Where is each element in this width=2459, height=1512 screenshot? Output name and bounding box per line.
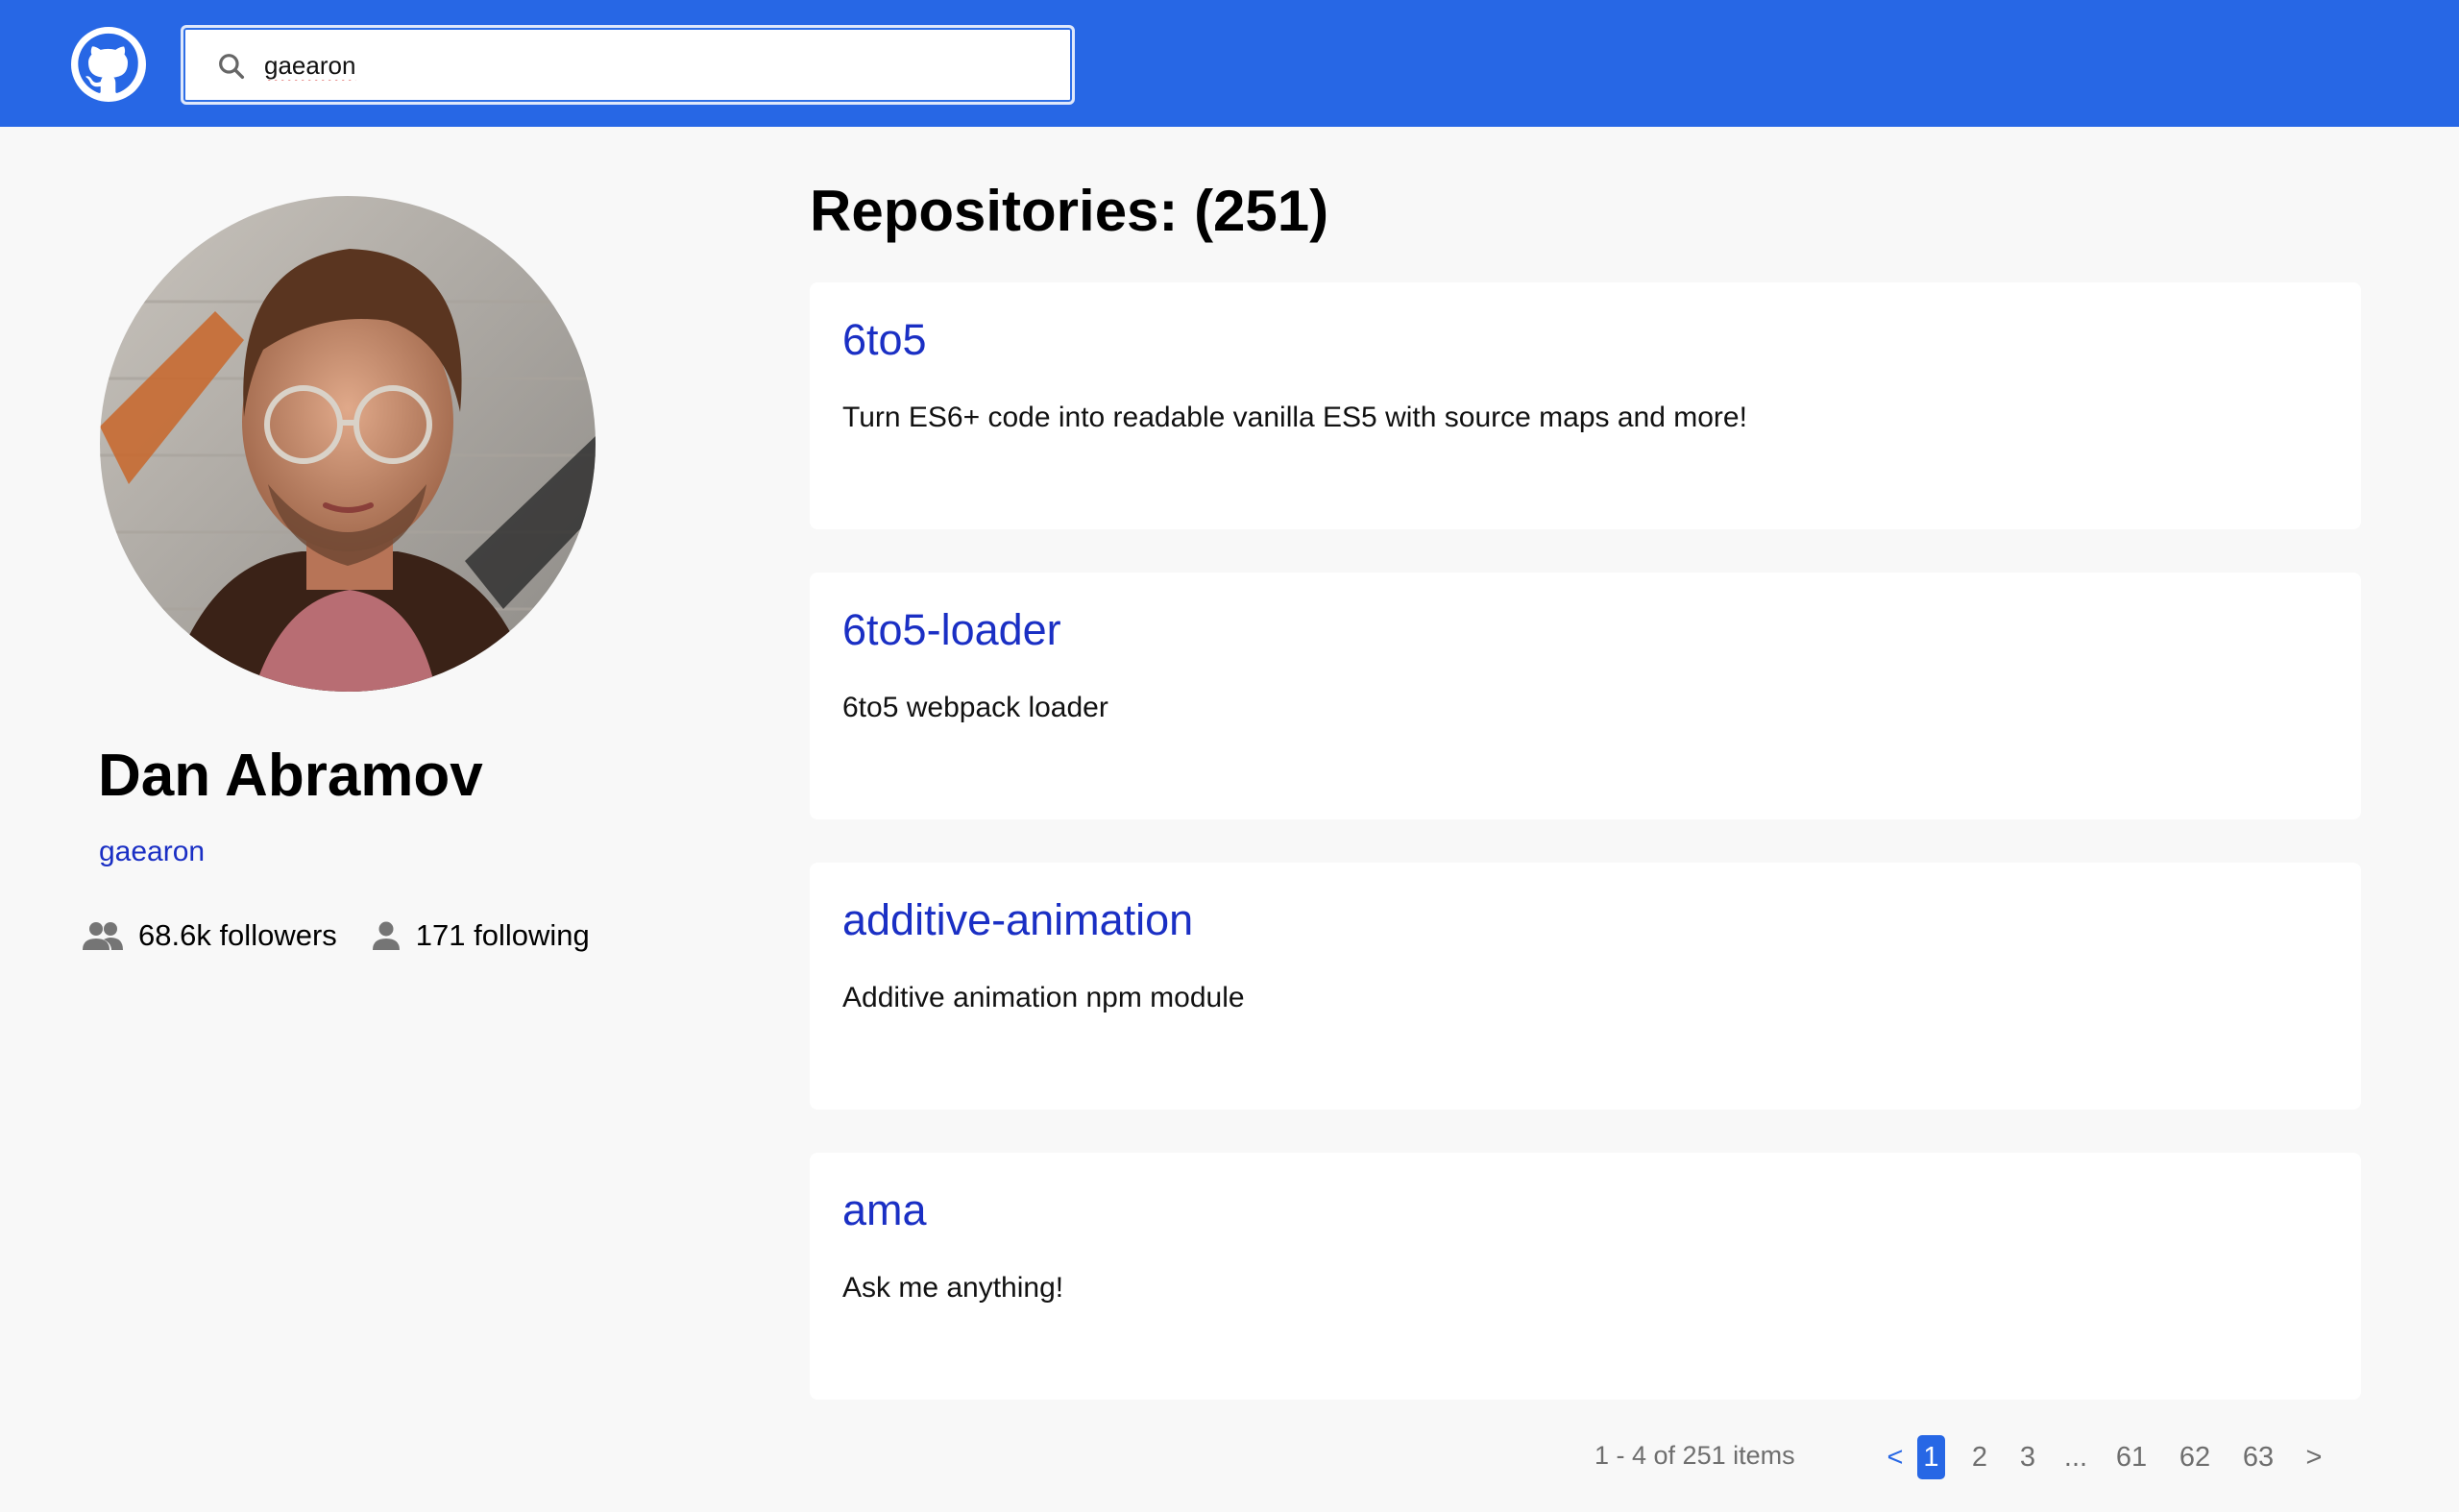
search-box[interactable]	[181, 25, 1075, 105]
pagination-next-button[interactable]: >	[2290, 1435, 2338, 1479]
repo-link[interactable]: 6to5	[842, 315, 927, 365]
pagination-page-current[interactable]: 1	[1917, 1435, 1945, 1479]
repo-card: 6to5-loader 6to5 webpack loader	[810, 573, 2361, 819]
pagination: < 1 2 3 ... 61 62 63 >	[1878, 1435, 2338, 1479]
following-stat: 171 following	[372, 918, 590, 953]
top-navigation-bar	[0, 0, 2459, 127]
search-input[interactable]	[262, 43, 1050, 87]
pagination-prev-button[interactable]: <	[1878, 1435, 1912, 1479]
repo-link[interactable]: 6to5-loader	[842, 605, 1061, 655]
repo-description: Additive animation npm module	[842, 982, 1245, 1013]
pagination-ellipsis: ...	[2063, 1442, 2088, 1473]
repo-link[interactable]: additive-animation	[842, 895, 1193, 945]
person-icon	[372, 921, 400, 950]
followers-count: 68.6k followers	[138, 918, 337, 952]
followers-stat: 68.6k followers	[83, 918, 337, 953]
repo-card: ama Ask me anything!	[810, 1153, 2361, 1400]
repositories-heading: Repositories: (251)	[810, 179, 1329, 243]
pagination-page[interactable]: 3	[2004, 1435, 2052, 1479]
repo-link[interactable]: ama	[842, 1185, 927, 1235]
profile-login-link[interactable]: gaearon	[99, 836, 205, 868]
pagination-page[interactable]: 62	[2163, 1435, 2227, 1479]
avatar	[100, 196, 596, 692]
repo-description: Turn ES6+ code into readable vanilla ES5…	[842, 402, 1747, 433]
repositories-panel: Repositories: (251) 6to5 Turn ES6+ code …	[810, 171, 2361, 1443]
following-count: 171 following	[415, 918, 590, 952]
people-icon	[83, 922, 123, 950]
repo-card: 6to5 Turn ES6+ code into readable vanill…	[810, 282, 2361, 529]
pagination-page[interactable]: 61	[2100, 1435, 2163, 1479]
user-avatar-photo	[100, 196, 596, 692]
repo-description: Ask me anything!	[842, 1272, 1064, 1304]
profile-name: Dan Abramov	[98, 743, 483, 809]
repo-card: additive-animation Additive animation np…	[810, 863, 2361, 1110]
pagination-page[interactable]: 2	[1956, 1435, 2004, 1479]
repo-description: 6to5 webpack loader	[842, 692, 1108, 723]
search-icon	[219, 54, 245, 80]
profile-stats: 68.6k followers 171 following	[83, 918, 624, 953]
pagination-page[interactable]: 63	[2227, 1435, 2290, 1479]
pagination-summary: 1 - 4 of 251 items	[1595, 1441, 1795, 1470]
github-octocat-icon[interactable]	[71, 27, 146, 102]
